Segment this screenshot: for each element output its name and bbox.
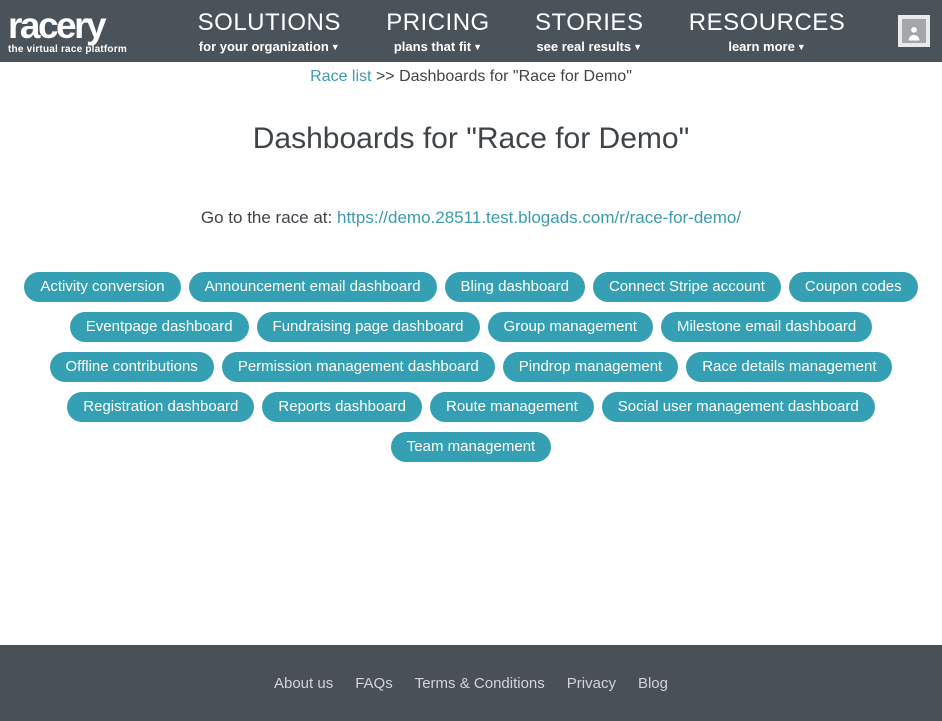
nav-item-subtitle: learn more▼ (689, 39, 846, 54)
main-content: Race list >> Dashboards for "Race for De… (0, 62, 942, 645)
button-row: Offline contributions Permission managem… (0, 352, 942, 382)
nav-item-pricing[interactable]: PRICING plans that fit▼ (386, 9, 490, 54)
route-management-button[interactable]: Route management (430, 392, 594, 422)
connect-stripe-account-button[interactable]: Connect Stripe account (593, 272, 781, 302)
chevron-down-icon: ▼ (331, 42, 340, 52)
announcement-email-dashboard-button[interactable]: Announcement email dashboard (189, 272, 437, 302)
social-user-management-dashboard-button[interactable]: Social user management dashboard (602, 392, 875, 422)
page-footer: About us FAQs Terms & Conditions Privacy… (0, 645, 942, 721)
race-link-prefix: Go to the race at: (201, 208, 332, 227)
chevron-down-icon: ▼ (633, 42, 642, 52)
fundraising-page-dashboard-button[interactable]: Fundraising page dashboard (257, 312, 480, 342)
offline-contributions-button[interactable]: Offline contributions (50, 352, 214, 382)
footer-link-terms-conditions[interactable]: Terms & Conditions (415, 675, 545, 692)
account-avatar-icon[interactable] (898, 15, 930, 47)
user-icon (902, 19, 926, 43)
footer-link-about-us[interactable]: About us (274, 675, 333, 692)
button-row: Activity conversion Announcement email d… (0, 272, 942, 302)
nav-item-resources[interactable]: RESOURCES learn more▼ (689, 9, 846, 54)
main-menu: SOLUTIONS for your organization▼ PRICING… (165, 9, 898, 54)
chevron-down-icon: ▼ (473, 42, 482, 52)
eventpage-dashboard-button[interactable]: Eventpage dashboard (70, 312, 249, 342)
breadcrumb: Race list >> Dashboards for "Race for De… (310, 68, 632, 86)
nav-item-stories[interactable]: STORIES see real results▼ (535, 9, 643, 54)
logo-wordmark: racery (8, 7, 165, 44)
pindrop-management-button[interactable]: Pindrop management (503, 352, 678, 382)
nav-item-subtitle: plans that fit▼ (386, 39, 490, 54)
nav-item-title: RESOURCES (689, 9, 846, 37)
bling-dashboard-button[interactable]: Bling dashboard (445, 272, 585, 302)
dashboard-buttons: Activity conversion Announcement email d… (0, 272, 942, 472)
nav-item-title: SOLUTIONS (198, 9, 341, 37)
nav-item-subtitle: for your organization▼ (198, 39, 341, 54)
button-row: Registration dashboard Reports dashboard… (0, 392, 942, 422)
chevron-down-icon: ▼ (797, 42, 806, 52)
coupon-codes-button[interactable]: Coupon codes (789, 272, 918, 302)
top-navigation-bar: racery the virtual race platform SOLUTIO… (0, 0, 942, 62)
breadcrumb-current: Dashboards for "Race for Demo" (399, 68, 632, 85)
footer-link-blog[interactable]: Blog (638, 675, 668, 692)
activity-conversion-button[interactable]: Activity conversion (24, 272, 180, 302)
race-link-line: Go to the race at: https://demo.28511.te… (201, 208, 741, 228)
milestone-email-dashboard-button[interactable]: Milestone email dashboard (661, 312, 872, 342)
button-row: Eventpage dashboard Fundraising page das… (0, 312, 942, 342)
team-management-button[interactable]: Team management (391, 432, 551, 462)
logo-tagline: the virtual race platform (8, 45, 165, 55)
page-title: Dashboards for "Race for Demo" (253, 122, 689, 156)
racery-logo[interactable]: racery the virtual race platform (0, 7, 165, 55)
nav-item-title: PRICING (386, 9, 490, 37)
button-row: Team management (0, 432, 942, 462)
breadcrumb-race-list-link[interactable]: Race list (310, 68, 371, 85)
permission-management-dashboard-button[interactable]: Permission management dashboard (222, 352, 495, 382)
registration-dashboard-button[interactable]: Registration dashboard (67, 392, 254, 422)
footer-link-faqs[interactable]: FAQs (355, 675, 393, 692)
group-management-button[interactable]: Group management (488, 312, 653, 342)
nav-item-solutions[interactable]: SOLUTIONS for your organization▼ (198, 9, 341, 54)
race-url-link[interactable]: https://demo.28511.test.blogads.com/r/ra… (337, 208, 741, 227)
race-details-management-button[interactable]: Race details management (686, 352, 892, 382)
footer-link-privacy[interactable]: Privacy (567, 675, 616, 692)
breadcrumb-separator: >> (376, 68, 395, 85)
nav-item-title: STORIES (535, 9, 643, 37)
nav-item-subtitle: see real results▼ (535, 39, 643, 54)
reports-dashboard-button[interactable]: Reports dashboard (262, 392, 422, 422)
